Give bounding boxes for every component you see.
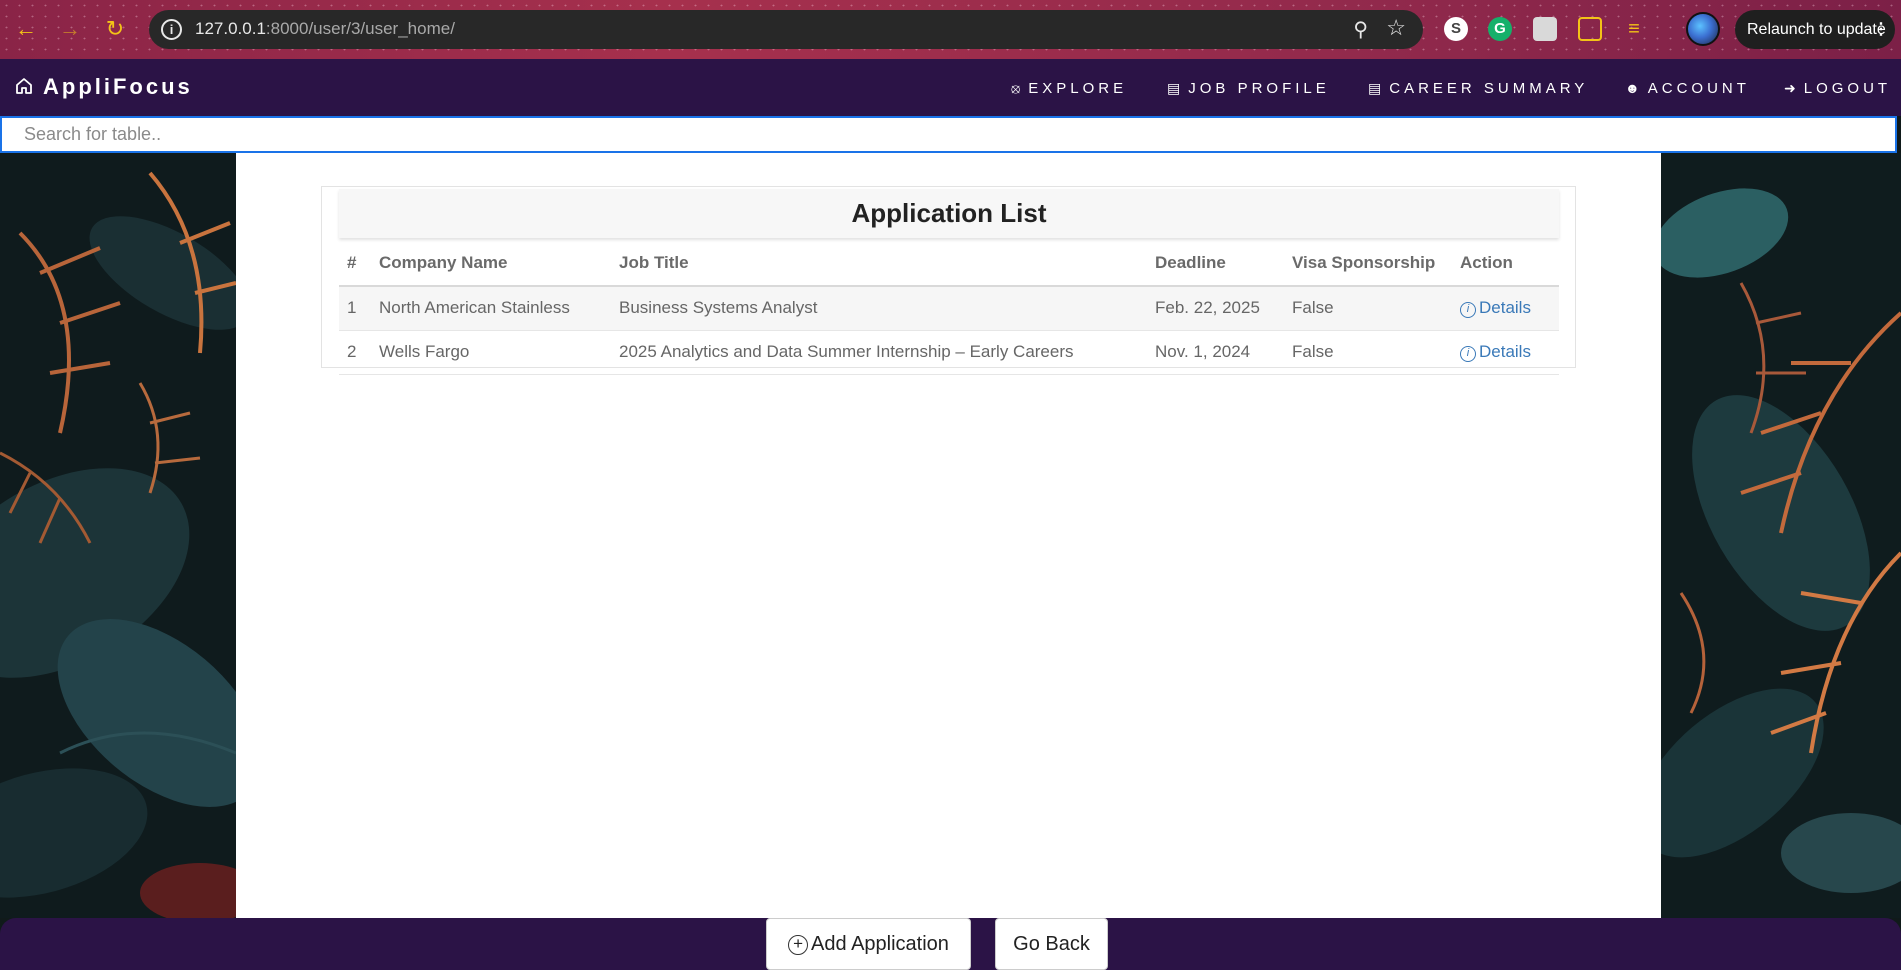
back-arrow-icon[interactable]: ←: [12, 15, 40, 43]
address-bar[interactable]: i 127.0.0.1:8000/user/3/user_home/ ⚲ ☆: [149, 10, 1423, 49]
zoom-icon[interactable]: ⚲: [1353, 17, 1368, 42]
url-path: :8000/user/3/user_home/: [265, 19, 455, 38]
reading-list-icon[interactable]: ≡: [1622, 17, 1646, 41]
table-search-input[interactable]: [0, 116, 1897, 153]
table-row: 1 North American Stainless Business Syst…: [339, 286, 1559, 331]
header-deadline: Deadline: [1147, 241, 1284, 287]
add-application-label: Add Application: [811, 933, 949, 955]
go-back-button[interactable]: Go Back: [995, 918, 1108, 970]
relaunch-label: Relaunch to update: [1747, 21, 1886, 38]
nav-logout[interactable]: ➜ LOGOUT: [1784, 80, 1891, 97]
details-label: Details: [1479, 298, 1531, 318]
background-foliage-left: [0, 153, 236, 918]
add-application-button[interactable]: + Add Application: [766, 918, 971, 970]
application-table: # Company Name Job Title Deadline Visa S…: [339, 241, 1559, 375]
reload-icon[interactable]: ↻: [101, 15, 129, 43]
action-cell: i Details: [1452, 286, 1559, 331]
plus-circle-icon: +: [788, 935, 809, 955]
profile-avatar[interactable]: [1686, 12, 1720, 46]
job-title: 2025 Analytics and Data Summer Internshi…: [611, 330, 1147, 375]
header-company-name: Company Name: [371, 241, 611, 287]
relaunch-button[interactable]: Relaunch to update ⋮: [1735, 10, 1895, 49]
nav-job-profile[interactable]: ▤ JOB PROFILE: [1167, 80, 1330, 97]
more-menu-icon[interactable]: ⋮: [1873, 10, 1889, 49]
row-number: 2: [339, 330, 371, 375]
nav-logout-label: LOGOUT: [1803, 80, 1892, 97]
company-name: North American Stainless: [371, 286, 611, 331]
extensions-puzzle-icon[interactable]: [1578, 17, 1602, 41]
deadline: Nov. 1, 2024: [1147, 330, 1284, 375]
header-job-title: Job Title: [611, 241, 1147, 287]
header-visa-sponsorship: Visa Sponsorship: [1284, 241, 1452, 287]
visa-sponsorship: False: [1284, 286, 1452, 331]
nav-explore[interactable]: ⦻ EXPLORE: [1011, 80, 1127, 97]
nav-explore-label: EXPLORE: [1028, 80, 1128, 97]
url-host: 127.0.0.1: [195, 19, 266, 38]
details-link[interactable]: i Details: [1460, 342, 1531, 362]
browser-toolbar: ← → ↻ i 127.0.0.1:8000/user/3/user_home/…: [0, 0, 1901, 59]
background-foliage-right: [1661, 153, 1901, 918]
main-content: Application List # Company Name Job Titl…: [236, 153, 1661, 918]
address-url[interactable]: 127.0.0.1:8000/user/3/user_home/: [195, 19, 455, 39]
nav-career-summary[interactable]: ▤ CAREER SUMMARY: [1368, 80, 1588, 97]
table-row: 2 Wells Fargo 2025 Analytics and Data Su…: [339, 330, 1559, 375]
details-link[interactable]: i Details: [1460, 298, 1531, 319]
site-info-icon[interactable]: i: [161, 19, 182, 40]
deadline: Feb. 22, 2025: [1147, 286, 1284, 331]
brand-link[interactable]: AppliFocus: [15, 74, 193, 100]
app-navbar: AppliFocus ⦻ EXPLORE ▤ JOB PROFILE ▤ CAREER…: [0, 59, 1901, 116]
header-action: Action: [1452, 241, 1559, 287]
briefcase-icon: ▤: [1167, 80, 1181, 96]
application-list-card: Application List # Company Name Job Titl…: [321, 186, 1576, 375]
company-name: Wells Fargo: [371, 330, 611, 375]
briefcase-icon: ▤: [1368, 80, 1382, 96]
job-title: Business Systems Analyst: [611, 286, 1147, 331]
brand-name: AppliFocus: [43, 74, 193, 99]
info-circle-icon: i: [1460, 302, 1476, 319]
action-cell: i Details: [1452, 330, 1559, 375]
forward-arrow-icon[interactable]: →: [56, 15, 84, 43]
nav-account[interactable]: ☻ ACCOUNT: [1625, 80, 1750, 97]
nav-account-label: ACCOUNT: [1647, 80, 1750, 97]
logout-icon: ➜: [1784, 80, 1796, 96]
bookmark-star-icon[interactable]: ☆: [1386, 15, 1406, 41]
home-icon: [16, 78, 32, 94]
table-header-row: # Company Name Job Title Deadline Visa S…: [339, 241, 1559, 287]
user-icon: ☻: [1625, 80, 1640, 96]
go-back-label: Go Back: [1013, 933, 1090, 955]
compass-icon: ⦻: [1011, 80, 1021, 96]
header-number: #: [339, 241, 371, 287]
nav-career-summary-label: CAREER SUMMARY: [1389, 80, 1589, 97]
info-circle-icon: i: [1460, 346, 1476, 362]
footer-bar: + Add Application Go Back: [0, 918, 1901, 970]
details-label: Details: [1479, 342, 1531, 361]
extension-s-icon[interactable]: S: [1444, 17, 1468, 41]
grammarly-icon[interactable]: G: [1488, 17, 1512, 41]
nav-job-profile-label: JOB PROFILE: [1188, 80, 1330, 97]
page-title: Application List: [339, 189, 1559, 238]
visa-sponsorship: False: [1284, 330, 1452, 375]
row-number: 1: [339, 286, 371, 331]
extension-clipboard-icon[interactable]: [1533, 17, 1557, 41]
